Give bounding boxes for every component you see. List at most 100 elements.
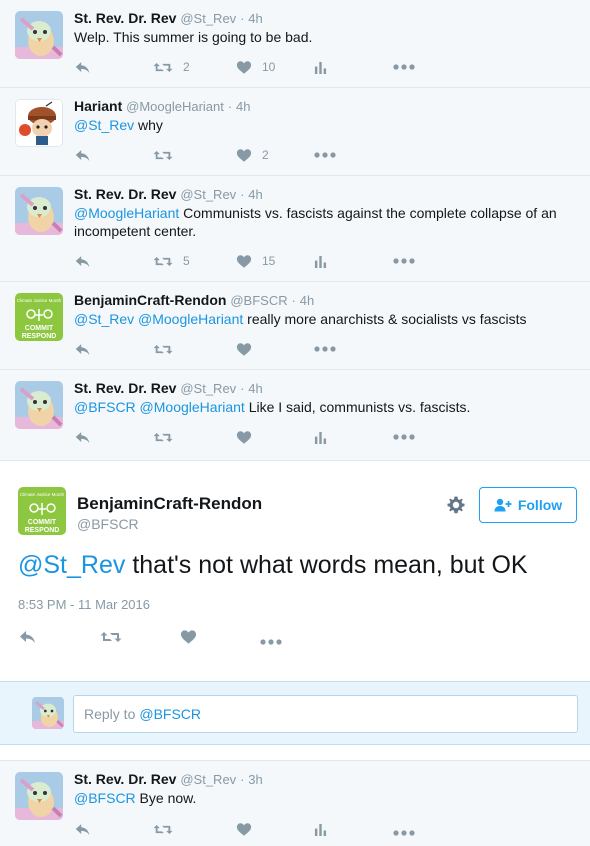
separator: · [240,187,245,202]
reply-input[interactable]: Reply to @BFSCR [73,695,578,733]
retweet-button[interactable] [153,819,173,839]
like-button[interactable]: 15 [236,251,275,271]
reply-button[interactable] [74,339,92,359]
more-button[interactable] [260,632,282,652]
reply-button[interactable] [18,627,38,647]
tweet-timestamp[interactable]: 8:53 PM - 11 Mar 2016 [18,597,150,612]
svg-text:Climate Justice Month: Climate Justice Month [20,492,65,497]
timestamp[interactable]: 4h [248,381,262,396]
like-count: 10 [262,60,276,74]
avatar[interactable] [15,772,63,820]
reply-icon [74,342,92,357]
avatar[interactable] [15,99,63,147]
more-button[interactable] [314,339,336,359]
climate-justice-logo: Climate Justice Month COMMIT RESPOND [18,487,66,535]
like-button[interactable] [180,627,197,647]
timestamp[interactable]: 4h [248,187,262,202]
more-icon [393,830,415,836]
like-button[interactable] [236,819,252,839]
tweet[interactable]: St. Rev. Dr. Rev @St_Rev · 4h @BFSCR @Mo… [0,370,590,461]
gear-button[interactable] [446,495,466,518]
like-button[interactable] [236,339,252,359]
mention-link[interactable]: @BFSCR [74,790,136,806]
more-icon [260,639,282,645]
like-icon [236,822,252,837]
mention-link[interactable]: @St_Rev [74,117,134,133]
user-handle[interactable]: @BFSCR [77,516,139,532]
tweet-text: @BFSCR @MoogleHariant Like I said, commu… [74,398,578,416]
reply-button[interactable] [74,145,92,165]
avatar[interactable] [15,381,63,429]
mention-link[interactable]: @MoogleHariant [74,205,179,221]
reply-button[interactable] [74,427,92,447]
display-name[interactable]: Hariant [74,98,122,114]
separator: · [240,772,245,787]
retweet-icon [100,629,122,645]
retweet-button[interactable] [153,427,173,447]
like-button[interactable]: 2 [236,145,269,165]
reply-button[interactable] [74,251,92,271]
tweet-header: St. Rev. Dr. Rev @St_Rev · 4h [74,9,578,28]
avatar[interactable]: Climate Justice Month COMMIT RESPOND [15,293,63,341]
retweet-icon [153,60,173,75]
reply-button[interactable] [74,57,92,77]
like-button[interactable] [236,427,252,447]
more-icon [314,346,336,352]
tweet-text: @BFSCR Bye now. [74,789,578,807]
tweet[interactable]: Hariant @MoogleHariant · 4h @St_Rev why … [0,88,590,176]
retweet-button[interactable]: 2 [153,57,190,77]
like-icon [236,148,252,163]
display-name[interactable]: BenjaminCraft-Rendon [74,292,226,308]
svg-text:COMMIT: COMMIT [28,519,57,526]
timestamp[interactable]: 3h [248,772,262,787]
mention-link[interactable]: @St_Rev @MoogleHariant [74,311,243,327]
more-button[interactable] [393,57,415,77]
more-button[interactable] [393,251,415,271]
retweet-button[interactable]: 5 [153,251,190,271]
like-button[interactable]: 10 [236,57,275,77]
like-icon [236,254,252,269]
svg-text:COMMIT: COMMIT [25,325,54,332]
user-handle[interactable]: @St_Rev [180,381,236,396]
svg-text:RESPOND: RESPOND [25,527,60,534]
follow-button[interactable]: Follow [479,487,577,523]
analytics-button[interactable] [314,819,327,839]
timestamp[interactable]: 4h [300,293,314,308]
retweet-button[interactable] [100,627,122,647]
display-name[interactable]: St. Rev. Dr. Rev [74,186,176,202]
like-count: 2 [262,148,269,162]
retweet-icon [153,430,173,445]
tweet[interactable]: Climate Justice Month COMMIT RESPOND Ben… [0,282,590,370]
retweet-button[interactable] [153,145,173,165]
separator: · [240,11,245,26]
user-handle[interactable]: @St_Rev [180,11,236,26]
analytics-button[interactable] [314,251,327,271]
more-button[interactable] [314,145,336,165]
user-handle[interactable]: @St_Rev [180,187,236,202]
more-button[interactable] [393,427,415,447]
reply-composer: Reply to @BFSCR [0,681,590,745]
more-button[interactable] [393,823,415,843]
avatar[interactable] [15,11,63,59]
analytics-button[interactable] [314,57,327,77]
timestamp[interactable]: 4h [248,11,262,26]
display-name[interactable]: St. Rev. Dr. Rev [74,10,176,26]
user-handle[interactable]: @MoogleHariant [126,99,224,114]
tweet[interactable]: St. Rev. Dr. Rev @St_Rev · 3h @BFSCR Bye… [0,760,590,846]
mention-link[interactable]: @BFSCR @MoogleHariant [74,399,245,415]
user-handle[interactable]: @St_Rev [180,772,236,787]
retweet-button[interactable] [153,339,173,359]
display-name[interactable]: BenjaminCraft-Rendon [77,494,262,514]
display-name[interactable]: St. Rev. Dr. Rev [74,380,176,396]
more-icon [393,258,415,264]
avatar[interactable] [15,187,63,235]
user-handle[interactable]: @BFSCR [230,293,287,308]
analytics-button[interactable] [314,427,327,447]
display-name[interactable]: St. Rev. Dr. Rev [74,771,176,787]
tweet[interactable]: St. Rev. Dr. Rev @St_Rev · 4h Welp. This… [0,0,590,88]
tweet[interactable]: St. Rev. Dr. Rev @St_Rev · 4h @MoogleHar… [0,176,590,282]
timestamp[interactable]: 4h [236,99,250,114]
reply-button[interactable] [74,819,92,839]
avatar[interactable]: Climate Justice Month COMMIT RESPOND [18,487,66,535]
mention-link[interactable]: @St_Rev [18,551,125,579]
